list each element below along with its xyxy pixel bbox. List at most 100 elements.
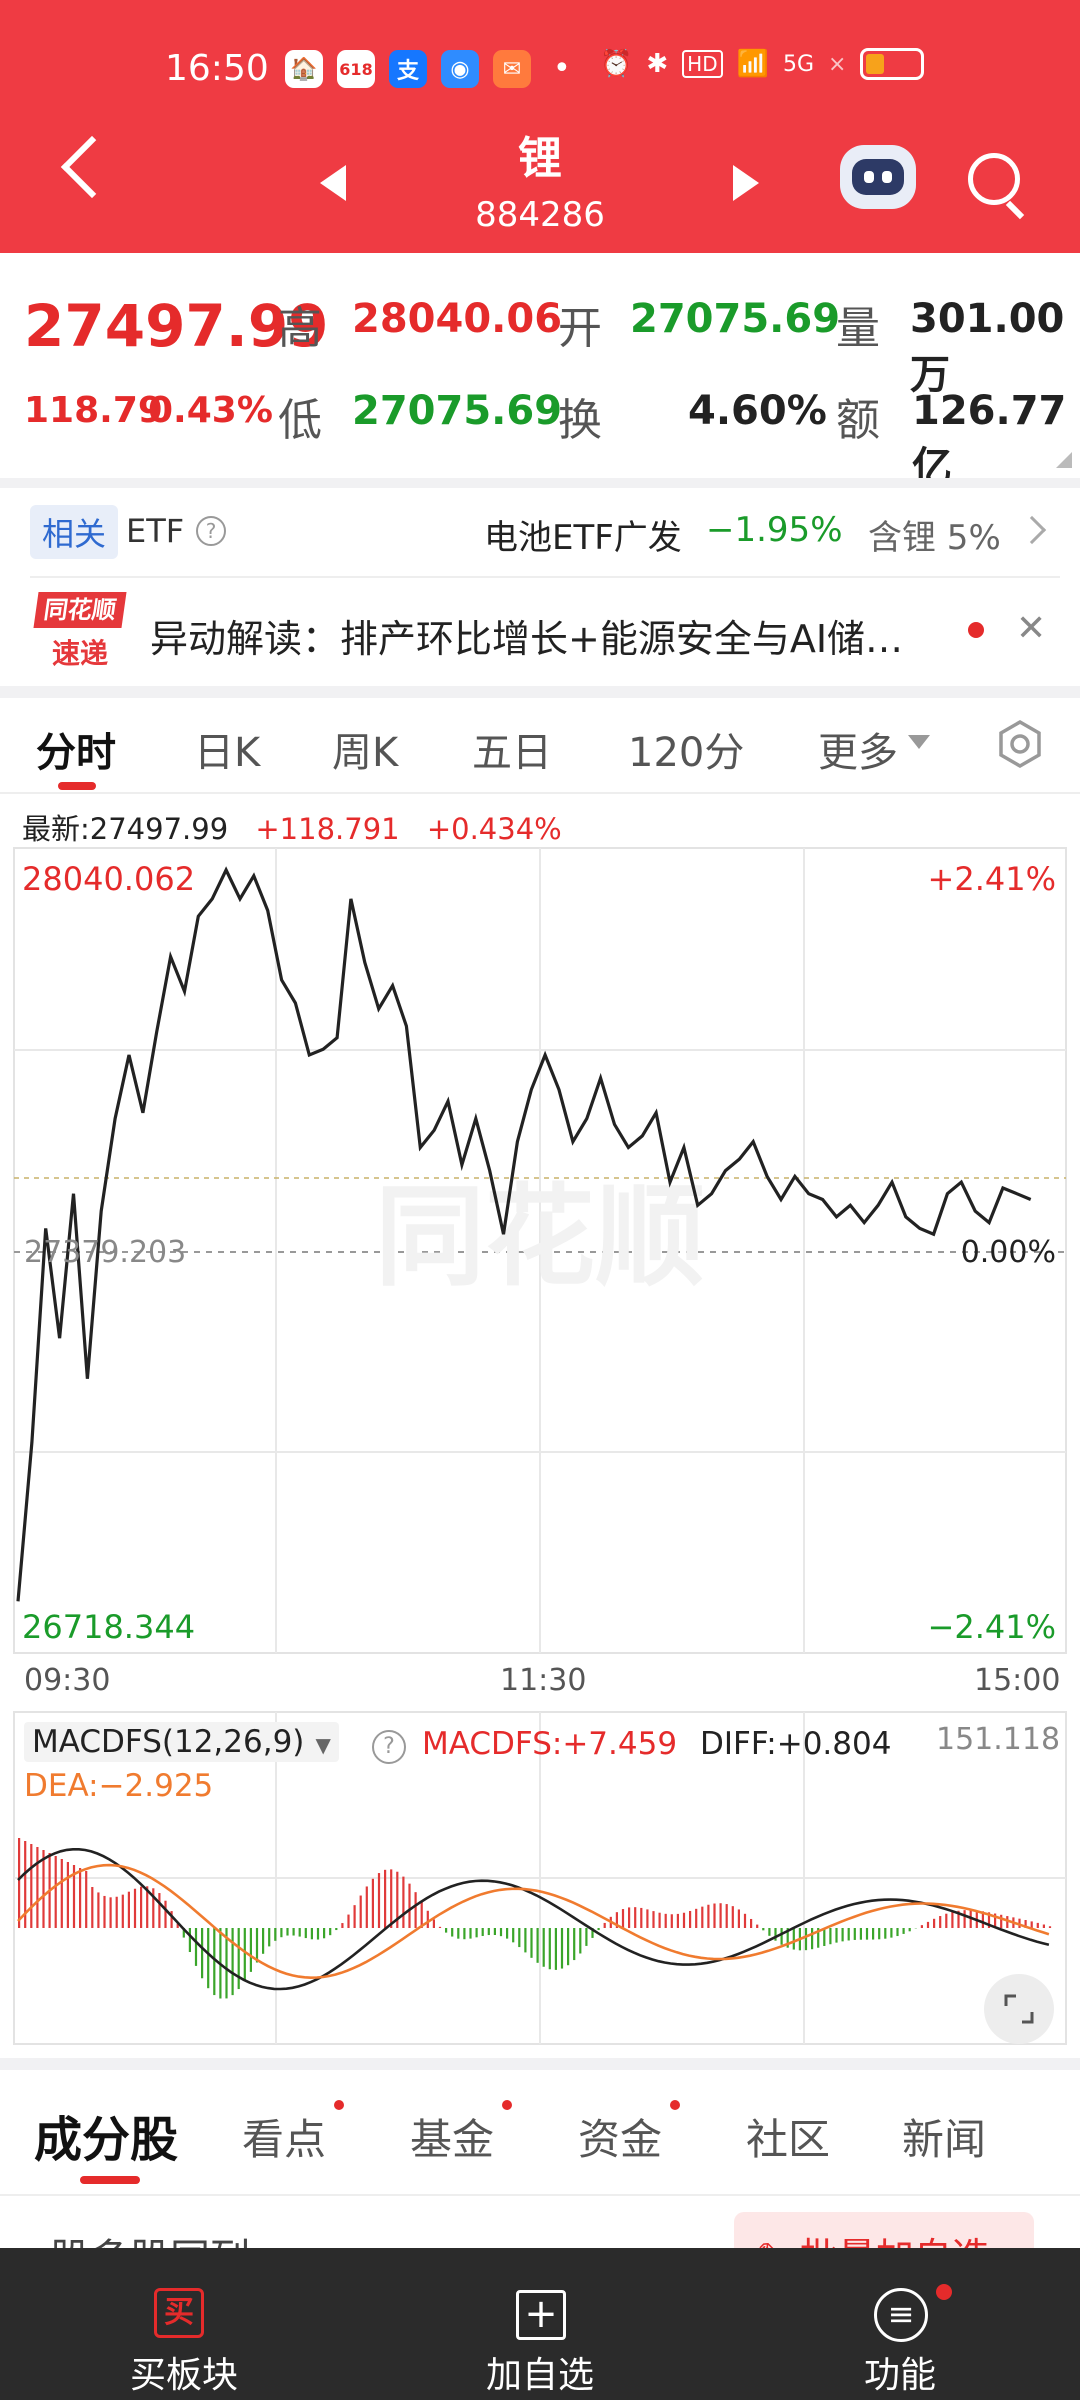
unread-dot	[968, 622, 984, 638]
macd-selector[interactable]: MACDFS(12,26,9) ▼	[24, 1722, 339, 1762]
next-item-icon[interactable]	[733, 165, 759, 201]
tab-more[interactable]: 更多	[818, 720, 898, 778]
macd-bar	[847, 1928, 850, 1941]
menu-icon[interactable]: ≡	[874, 2288, 928, 2342]
macd-bar	[670, 1914, 673, 1928]
chevron-right-icon[interactable]	[1017, 515, 1047, 545]
macd-bar	[792, 1928, 795, 1950]
volume-label: 量	[836, 303, 880, 354]
time-label-mid: 11:30	[500, 1663, 587, 1698]
macd-bar	[243, 1928, 246, 1982]
tab-funds[interactable]: 基金	[410, 2106, 494, 2167]
macd-bar	[1030, 1921, 1033, 1928]
macd-bar	[353, 1905, 356, 1928]
macd-bar	[127, 1891, 130, 1928]
etf-holding: 含锂 5%	[868, 518, 1001, 558]
help-icon[interactable]: ?	[196, 516, 226, 546]
macd-bar	[701, 1906, 704, 1928]
macd-bar	[743, 1913, 747, 1928]
macd-bar	[493, 1928, 496, 1936]
tab-constituents[interactable]: 成分股	[34, 2100, 178, 2170]
open-value: 27075.69	[630, 296, 841, 342]
tab-capital[interactable]: 资金	[578, 2106, 662, 2167]
etf-name[interactable]: 电池ETF广发	[484, 510, 682, 559]
macd-bar	[628, 1907, 631, 1928]
macd-bar	[249, 1928, 252, 1972]
macd-bar	[310, 1928, 313, 1940]
macd-bar	[597, 1928, 600, 1931]
macd-bar	[579, 1928, 582, 1954]
buy-sector-label[interactable]: 买板块	[124, 2346, 244, 2398]
tab-daily-k[interactable]: 日K	[194, 720, 260, 778]
tab-weekly-k[interactable]: 周K	[332, 720, 398, 778]
help-icon[interactable]: ?	[372, 1730, 406, 1764]
macd-bar	[725, 1904, 728, 1928]
app-icon-618: 618	[337, 50, 375, 88]
macd-bar	[731, 1906, 734, 1928]
macd-bar	[207, 1928, 210, 1989]
macd-bar	[719, 1903, 722, 1928]
macd-bar	[634, 1907, 637, 1928]
macd-bar	[201, 1928, 204, 1979]
macd-bar	[140, 1886, 143, 1928]
prev-item-icon[interactable]	[320, 165, 346, 201]
tab-community[interactable]: 社区	[746, 2106, 830, 2167]
macd-bar	[926, 1921, 930, 1928]
close-icon[interactable]: ✕	[1016, 608, 1046, 649]
macd-bar	[487, 1928, 490, 1936]
back-arrow-icon[interactable]	[60, 135, 124, 199]
price-change-pct: 0.43%	[148, 390, 273, 431]
add-watchlist-icon[interactable]: +	[516, 2290, 566, 2340]
tab-highlights[interactable]: 看点	[242, 2106, 326, 2167]
macd-title: MACDFS(12,26,9)	[32, 1724, 305, 1760]
news-headline[interactable]: 异动解读：排产环比增长+能源安全与AI储…	[150, 608, 950, 663]
tab-five-day[interactable]: 五日	[472, 720, 552, 778]
assistant-robot-icon[interactable]	[840, 145, 916, 209]
macd-bar	[213, 1928, 216, 1996]
settings-hex-icon[interactable]	[994, 718, 1046, 770]
macd-bar	[377, 1873, 381, 1928]
macd-bar	[298, 1928, 301, 1937]
macd-bar	[469, 1928, 472, 1939]
macd-bar	[445, 1928, 448, 1933]
macd-bar	[603, 1922, 606, 1928]
macd-top-value: 151.118	[936, 1722, 1061, 1757]
search-icon[interactable]	[968, 153, 1020, 205]
macd-bar	[780, 1928, 783, 1945]
macd-bar	[963, 1910, 966, 1928]
battery-icon	[860, 48, 925, 80]
macd-bar	[262, 1928, 265, 1954]
intraday-chart[interactable]: 同花顺 28040.062 +2.41% 27379.203 0.00% 267…	[0, 840, 1080, 2050]
tab-intraday[interactable]: 分时	[36, 720, 116, 778]
time-label-start: 09:30	[24, 1663, 111, 1698]
macd-bar	[804, 1928, 808, 1951]
bottom-nav: 买 买板块 + 加自选 ≡ 功能	[0, 2248, 1080, 2400]
macd-bar	[347, 1914, 350, 1928]
page-code: 884286	[475, 195, 605, 235]
app-icon-browser: ◉	[441, 50, 479, 88]
macd-bar	[457, 1928, 460, 1939]
expand-corner-icon[interactable]	[1056, 452, 1072, 468]
macd-bar	[432, 1919, 435, 1928]
macd-bar	[54, 1856, 57, 1928]
tab-news[interactable]: 新闻	[902, 2106, 986, 2167]
add-watchlist-label[interactable]: 加自选	[480, 2346, 600, 2398]
time-label-end: 15:00	[974, 1663, 1061, 1698]
high-label: 高	[278, 303, 322, 354]
bluetooth-icon: ✱	[646, 49, 669, 79]
macd-bar	[682, 1912, 686, 1928]
function-label[interactable]: 功能	[840, 2346, 960, 2398]
macd-bar	[97, 1892, 100, 1928]
app-icon-mail: ✉	[493, 50, 531, 88]
screen: 16:50 🏠 618 支 ◉ ✉ • ⏰ ✱ HD 📶 5G × 锂 8842…	[0, 0, 1080, 2400]
tab-120min[interactable]: 120分	[628, 720, 744, 778]
macd-bar	[554, 1928, 557, 1970]
fullscreen-button[interactable]	[984, 1974, 1054, 2044]
unread-dot	[502, 2100, 512, 2110]
macd-bar	[60, 1859, 63, 1928]
macd-bar	[524, 1928, 527, 1953]
macd-bar	[426, 1910, 429, 1928]
macd-bar	[939, 1916, 942, 1928]
dropdown-icon	[908, 735, 930, 749]
macd-bar	[329, 1928, 332, 1936]
